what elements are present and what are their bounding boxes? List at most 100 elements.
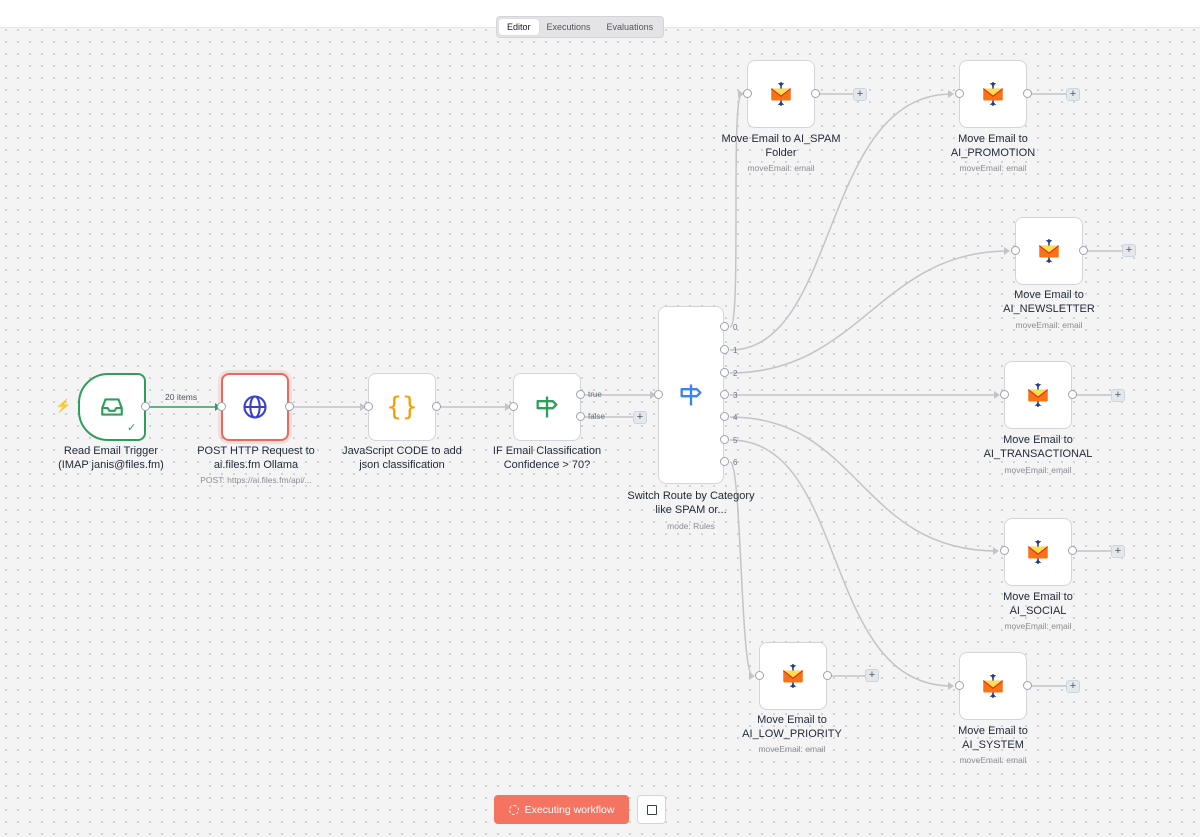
http-input-handle[interactable]	[217, 402, 226, 411]
http-sub: POST: https://ai.files.fm/api/...	[200, 475, 312, 485]
node-http-request[interactable]	[221, 373, 289, 441]
switch-port-label-2: 2	[733, 369, 738, 378]
switch-output-5[interactable]	[720, 435, 729, 444]
switch-port-label-3: 3	[733, 391, 738, 400]
switch-input-handle[interactable]	[654, 390, 663, 399]
switch-output-1[interactable]	[720, 345, 729, 354]
transactional-output-handle[interactable]	[1068, 390, 1077, 399]
spam-sub: moveEmail: email	[747, 163, 815, 173]
if-input-handle[interactable]	[509, 402, 518, 411]
edge-switch-spam	[729, 93, 743, 328]
newsletter-add-button[interactable]: +	[1122, 244, 1136, 257]
code-output-handle[interactable]	[432, 402, 441, 411]
tab-editor[interactable]: Editor	[499, 19, 539, 35]
transactional-add-button[interactable]: +	[1111, 389, 1125, 402]
system-label: Move Email to AI_SYSTEM	[958, 725, 1028, 751]
node-move-spam[interactable]	[747, 60, 815, 128]
node-move-promotion[interactable]	[959, 60, 1027, 128]
node-move-newsletter[interactable]	[1015, 217, 1083, 285]
promotion-add-button[interactable]: +	[1066, 88, 1080, 101]
switch-sub: mode: Rules	[667, 521, 715, 531]
system-sub: moveEmail: email	[959, 755, 1027, 765]
switch-output-0[interactable]	[720, 322, 729, 331]
http-output-handle[interactable]	[285, 402, 294, 411]
promotion-label: Move Email to AI_PROMOTION	[950, 133, 1036, 159]
move-email-icon	[767, 80, 795, 108]
route-icon	[677, 381, 705, 409]
low-priority-input-handle[interactable]	[755, 671, 764, 680]
low-priority-label: Move Email to AI_LOW_PRIORITY	[742, 714, 842, 740]
stop-icon	[646, 804, 657, 815]
move-email-icon	[1035, 237, 1063, 265]
view-tabs: Editor Executions Evaluations	[496, 16, 665, 38]
switch-port-label-0: 0	[733, 323, 738, 332]
low-priority-output-handle[interactable]	[823, 671, 832, 680]
stop-execution-button[interactable]	[637, 795, 666, 824]
node-move-system[interactable]	[959, 652, 1027, 720]
switch-output-2[interactable]	[720, 368, 729, 377]
move-email-icon	[1024, 381, 1052, 409]
if-false-handle[interactable]	[576, 412, 585, 421]
transactional-label: Move Email to AI_TRANSACTIONAL	[983, 434, 1093, 460]
edge-items-count: 20 items	[165, 392, 198, 402]
inbox-icon	[98, 393, 126, 421]
promotion-sub: moveEmail: email	[959, 163, 1027, 173]
transactional-sub: moveEmail: email	[1004, 465, 1072, 475]
code-input-handle[interactable]	[364, 402, 373, 411]
if-true-label: true	[588, 390, 602, 399]
system-input-handle[interactable]	[955, 681, 964, 690]
transactional-input-handle[interactable]	[1000, 390, 1009, 399]
node-if-confidence[interactable]	[513, 373, 581, 441]
trigger-label: Read Email Trigger (IMAP janis@files.fm)	[58, 445, 164, 471]
node-javascript-code[interactable]: {}	[368, 373, 436, 441]
spam-add-button[interactable]: +	[853, 88, 867, 101]
move-email-icon	[979, 80, 1007, 108]
executing-label: Executing workflow	[524, 803, 615, 816]
globe-icon	[241, 393, 269, 421]
social-add-button[interactable]: +	[1111, 545, 1125, 558]
tab-evaluations[interactable]: Evaluations	[599, 19, 662, 35]
social-label: Move Email to AI_SOCIAL	[1003, 591, 1073, 617]
promotion-output-handle[interactable]	[1023, 89, 1032, 98]
system-output-handle[interactable]	[1023, 681, 1032, 690]
node-switch-route[interactable]	[658, 306, 724, 484]
spam-output-handle[interactable]	[811, 89, 820, 98]
low-priority-add-button[interactable]: +	[865, 669, 879, 682]
newsletter-input-handle[interactable]	[1011, 246, 1020, 255]
promotion-input-handle[interactable]	[955, 89, 964, 98]
node-move-low-priority[interactable]	[759, 642, 827, 710]
code-braces-icon: {}	[386, 392, 418, 422]
switch-label: Switch Route by Category like SPAM or...	[627, 490, 755, 516]
tab-executions[interactable]: Executions	[539, 19, 599, 35]
social-output-handle[interactable]	[1068, 546, 1077, 555]
trigger-output-handle[interactable]	[141, 402, 150, 411]
switch-output-3[interactable]	[720, 390, 729, 399]
if-false-add-button[interactable]: +	[633, 411, 647, 424]
move-email-icon	[979, 672, 1007, 700]
social-sub: moveEmail: email	[1004, 621, 1072, 631]
switch-output-4[interactable]	[720, 412, 729, 421]
move-email-icon	[1024, 538, 1052, 566]
switch-port-label-5: 5	[733, 436, 738, 445]
low-priority-sub: moveEmail: email	[758, 744, 826, 754]
if-true-handle[interactable]	[576, 390, 585, 399]
node-move-transactional[interactable]	[1004, 361, 1072, 429]
node-move-social[interactable]	[1004, 518, 1072, 586]
newsletter-output-handle[interactable]	[1079, 246, 1088, 255]
signpost-icon	[533, 393, 561, 421]
trigger-bolt-icon: ⚡	[55, 398, 72, 413]
switch-port-label-4: 4	[733, 413, 738, 422]
spam-input-handle[interactable]	[743, 89, 752, 98]
switch-port-label-6: 6	[733, 458, 738, 467]
switch-output-6[interactable]	[720, 457, 729, 466]
http-label: POST HTTP Request to ai.files.fm Ollama	[197, 445, 315, 471]
spinner-icon	[508, 804, 519, 815]
social-input-handle[interactable]	[1000, 546, 1009, 555]
newsletter-sub: moveEmail: email	[1015, 320, 1083, 330]
newsletter-label: Move Email to AI_NEWSLETTER	[1003, 289, 1095, 315]
edge-switch-newsletter	[729, 250, 1009, 374]
system-add-button[interactable]: +	[1066, 680, 1080, 693]
executing-workflow-button[interactable]: Executing workflow	[494, 795, 629, 824]
switch-port-label-1: 1	[733, 346, 738, 355]
edge-switch-social	[729, 416, 998, 552]
